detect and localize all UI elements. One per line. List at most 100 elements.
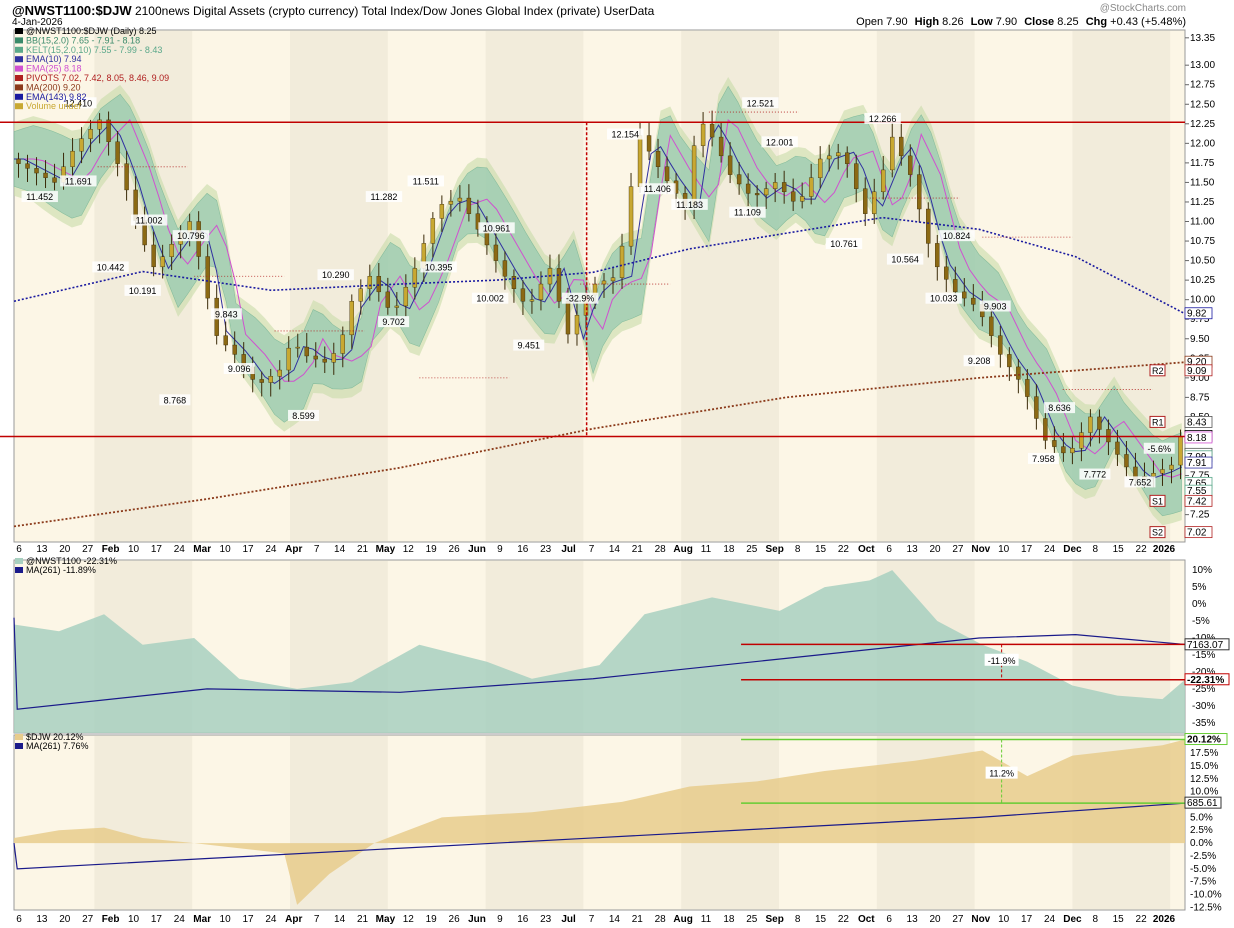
- x-tick-label: Mar: [193, 544, 211, 555]
- price-annotation: 11.109: [734, 208, 761, 218]
- candle-body: [313, 355, 318, 360]
- candle-body: [52, 177, 57, 183]
- candle-body: [890, 136, 895, 171]
- candle-body: [826, 155, 832, 160]
- price-annotation: 10.961: [483, 223, 511, 233]
- candle-body: [367, 276, 373, 289]
- x-tick-label: 19: [426, 914, 438, 925]
- x-tick-label: 24: [174, 914, 186, 925]
- x-tick-label: 22: [1136, 914, 1148, 925]
- candle-body: [1106, 429, 1111, 443]
- candle-body: [115, 141, 120, 164]
- price-annotation: 11.183: [676, 200, 703, 210]
- candle-body: [430, 218, 436, 244]
- y-tick-label: 8.75: [1190, 392, 1210, 403]
- x-tick-label: 17: [151, 544, 163, 555]
- candle-body: [745, 183, 751, 194]
- candle-body: [899, 136, 904, 157]
- candle-body: [854, 163, 859, 189]
- candle-body: [971, 297, 976, 305]
- price-annotation: 10.824: [943, 231, 971, 241]
- legend-swatch: [15, 28, 23, 34]
- legend-swatch: [15, 65, 23, 72]
- y-tick-label: -7.5%: [1190, 877, 1216, 888]
- candle-body: [439, 204, 445, 219]
- x-tick-label: 27: [82, 914, 94, 925]
- y-tick-label: 10.25: [1190, 275, 1215, 286]
- x-tick-label: 7: [589, 544, 595, 555]
- y-tick-label: 0%: [1192, 599, 1207, 610]
- candle-body: [944, 266, 949, 280]
- x-tick-label: Dec: [1063, 544, 1082, 555]
- x-tick-label: Nov: [971, 914, 990, 925]
- x-tick-label: 6: [886, 914, 892, 925]
- candle-body: [565, 301, 571, 335]
- y-tick-label: 12.75: [1190, 80, 1215, 91]
- candle-body: [808, 177, 814, 197]
- price-annotation: 12.266: [869, 114, 897, 124]
- x-tick-label: 27: [952, 914, 964, 925]
- candle-body: [259, 379, 264, 383]
- y-tick-label: -35%: [1192, 718, 1215, 729]
- y-tick-label: 11.00: [1190, 217, 1215, 228]
- price-annotation: 10.442: [97, 262, 125, 272]
- candle-body: [1097, 416, 1102, 430]
- candle-body: [79, 138, 84, 152]
- x-tick-label: 17: [242, 914, 254, 925]
- x-tick-label: 25: [746, 544, 758, 555]
- price-annotation: 11.282: [371, 192, 398, 202]
- x-tick-label: Nov: [971, 544, 990, 555]
- pivot-tag: R1: [1152, 417, 1164, 427]
- y-tick-label: 11.75: [1190, 158, 1215, 169]
- candle-body: [70, 150, 75, 167]
- candle-body: [34, 168, 39, 174]
- candle-body: [394, 305, 400, 308]
- candle-body: [556, 268, 562, 302]
- candle-body: [88, 129, 93, 139]
- candle-body: [790, 191, 796, 202]
- pane2-annotation: -11.9%: [988, 656, 1016, 666]
- right-value-label: 7.02: [1187, 528, 1207, 539]
- price-annotation: 10.564: [891, 255, 919, 265]
- candle-body: [1034, 396, 1039, 419]
- x-tick-label: Jun: [468, 914, 486, 925]
- legend-swatch: [15, 567, 23, 573]
- y-tick-label: 10.00: [1190, 295, 1215, 306]
- x-tick-label: 20: [929, 544, 941, 555]
- candle-body: [863, 188, 868, 214]
- price-annotation: 9.702: [382, 317, 405, 327]
- x-tick-label: 26: [449, 914, 461, 925]
- x-tick-label: 7: [314, 914, 320, 925]
- candle-body: [340, 334, 345, 354]
- candle-body: [448, 200, 454, 205]
- price-annotation: 7.652: [1129, 477, 1152, 487]
- pivot-tag: S2: [1152, 528, 1163, 538]
- x-tick-label: Jul: [561, 544, 576, 555]
- x-tick-label: 18: [723, 544, 735, 555]
- x-tick-label: 24: [1044, 544, 1056, 555]
- x-tick-label: 10: [220, 914, 232, 925]
- x-tick-label: Oct: [858, 544, 875, 555]
- x-tick-label: 8: [795, 914, 801, 925]
- x-tick-label: 6: [886, 544, 892, 555]
- candle-body: [1079, 432, 1084, 449]
- price-annotation: 12.154: [611, 130, 639, 140]
- candle-body: [412, 268, 418, 288]
- x-tick-label: 24: [265, 544, 277, 555]
- candle-body: [358, 288, 363, 302]
- candle-body: [709, 123, 715, 138]
- price-annotation: -5.6%: [1148, 444, 1172, 454]
- x-tick-label: 20: [59, 914, 71, 925]
- y-tick-label: -2.5%: [1190, 851, 1216, 862]
- candle-body: [664, 166, 670, 182]
- candle-body: [736, 174, 742, 185]
- x-tick-label: Aug: [673, 544, 692, 555]
- candle-body: [718, 136, 724, 157]
- x-tick-label: Aug: [673, 914, 692, 925]
- candle-body: [610, 277, 616, 282]
- candle-body: [232, 344, 237, 355]
- x-tick-label: 13: [36, 914, 48, 925]
- candle-body: [520, 288, 526, 302]
- x-tick-label: 8: [1093, 544, 1099, 555]
- price-annotation: 12.001: [766, 137, 794, 147]
